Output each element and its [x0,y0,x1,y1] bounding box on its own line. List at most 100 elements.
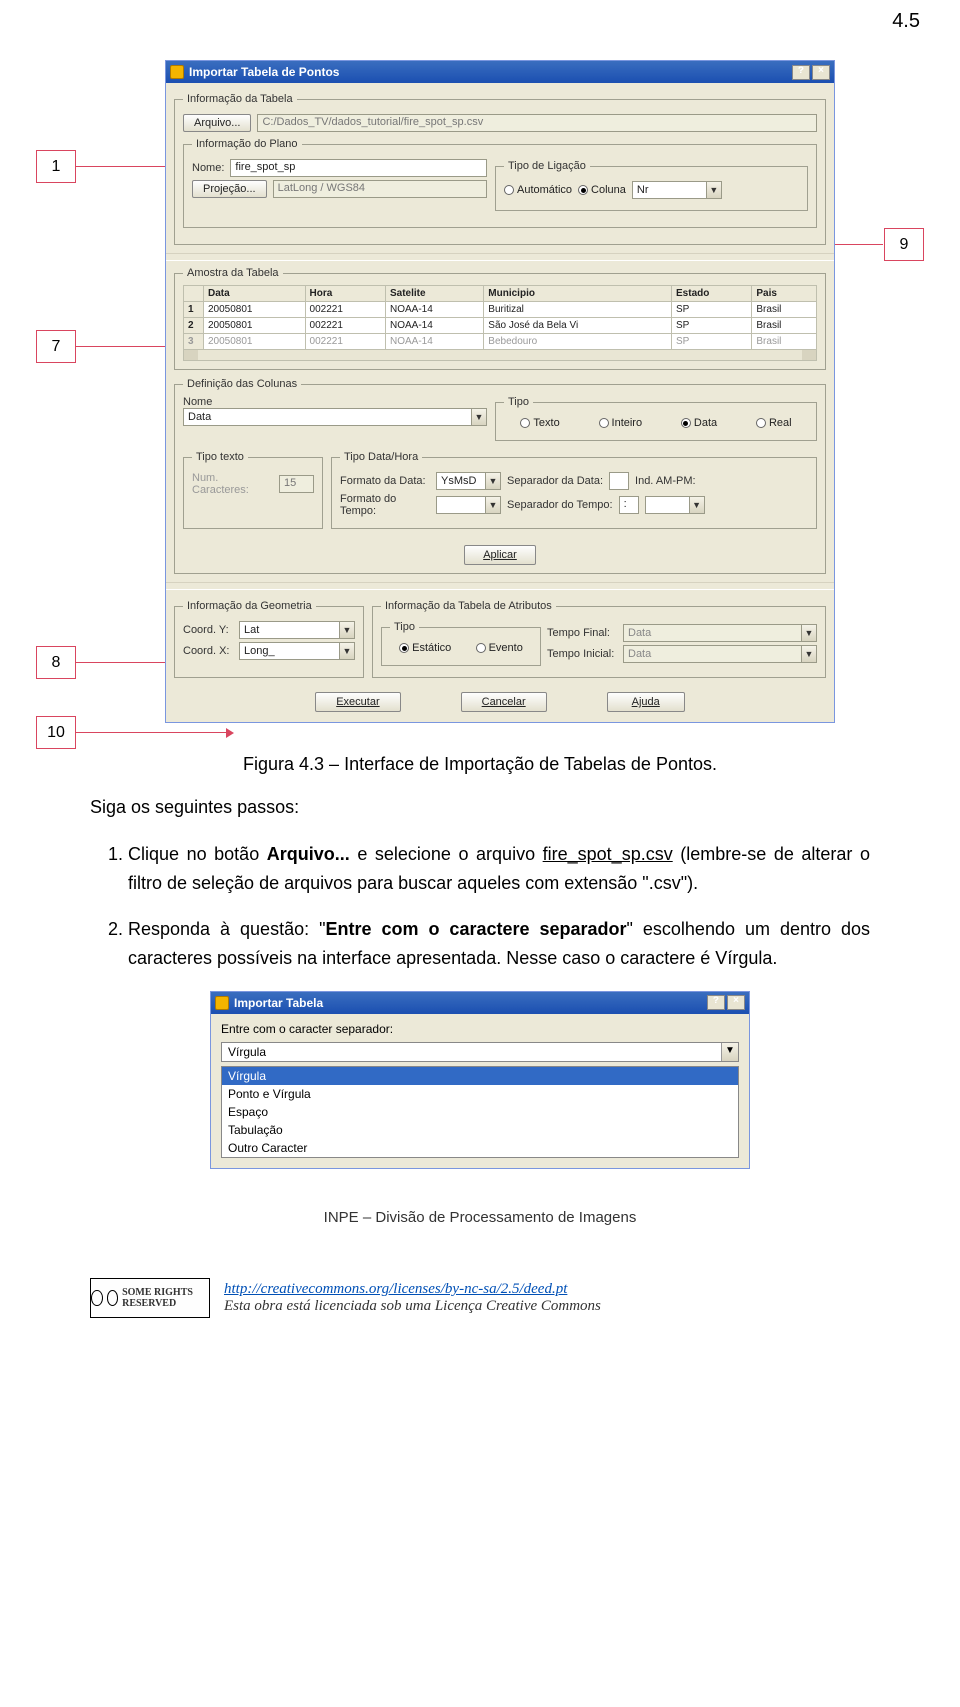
cell: 002221 [305,302,385,318]
cc-url-link[interactable]: http://creativecommons.org/licenses/by-n… [224,1281,567,1297]
legend-tipo-texto: Tipo texto [192,451,248,463]
radio-data[interactable]: Data [681,417,717,429]
dialog2-title: Importar Tabela [234,996,323,1010]
th-pais: Pais [752,286,817,302]
list-item[interactable]: Vírgula [222,1067,738,1085]
arquivo-button[interactable]: Arquivo... [183,114,251,132]
coord-y-select[interactable]: Lat▼ [239,621,355,639]
separator-list: Vírgula Ponto e Vírgula Espaço Tabulação… [221,1066,739,1158]
step-1-b: Arquivo... [267,844,350,864]
chevron-down-icon: ▼ [689,497,704,513]
radio-real-label: Real [769,417,792,429]
radio-automatico[interactable]: Automático [504,184,572,196]
coluna-select[interactable]: Nr▼ [632,181,722,199]
radio-estatico[interactable]: Estático [399,642,451,654]
sample-table: Data Hora Satelite Municipio Estado Pais… [183,285,817,350]
table-hscrollbar[interactable] [183,350,817,361]
group-tipo-texto: Tipo texto Num. Caracteres: 15 [183,451,323,529]
close-button[interactable]: × [727,995,745,1010]
radio-real[interactable]: Real [756,417,792,429]
dialog2-titlebar: Importar Tabela ? × [211,992,749,1014]
tempo-final-select: Data▼ [623,624,817,642]
table-row: 1 20050801 002221 NOAA-14 Buritizal SP B… [184,302,817,318]
chevron-down-icon: ▼ [485,473,500,489]
legend-def-colunas: Definição das Colunas [183,378,301,390]
legend-tipo-data-hora: Tipo Data/Hora [340,451,422,463]
step-2-b2: Entre com o caractere separador [325,919,626,939]
separator [166,582,834,590]
row-idx: 3 [184,334,204,350]
tempo-inicial-value: Data [628,648,651,660]
fmt-data-select[interactable]: YsMsD▼ [436,472,501,490]
dialog-title: Importar Tabela de Pontos [189,65,339,79]
cc-footer: SOME RIGHTS RESERVED http://creativecomm… [90,1278,870,1318]
cc-icon [91,1290,103,1306]
callout-7: 7 [36,330,76,363]
arrow-7 [76,346,166,347]
radio-evento[interactable]: Evento [476,642,523,654]
group-def-tipo: Tipo Texto Inteiro Data Real [495,396,817,441]
def-nome-select[interactable]: Data▼ [183,408,487,426]
legend-info-tabela: Informação da Tabela [183,93,297,105]
cell: Bebedouro [484,334,672,350]
callout-10: 10 [36,716,76,749]
projecao-button[interactable]: Projeção... [192,180,267,198]
cell: 002221 [305,318,385,334]
arquivo-path-field: C:/Dados_TV/dados_tutorial/fire_spot_sp.… [257,114,817,132]
coord-x-value: Long_ [244,645,275,657]
legend-info-plano: Informação do Plano [192,138,302,150]
cell: Brasil [752,302,817,318]
num-carac-field: 15 [279,475,314,493]
label-sep-data: Separador da Data: [507,475,603,487]
executar-button[interactable]: Executar [315,692,400,712]
sep-tempo-input[interactable]: : [619,496,639,514]
help-button[interactable]: ? [792,65,810,80]
list-item[interactable]: Ponto e Vírgula [222,1085,738,1103]
step-1: Clique no botão Arquivo... e selecione o… [128,840,870,898]
list-item[interactable]: Outro Caracter [222,1139,738,1157]
separator-combo[interactable]: Vírgula ▼ [221,1042,739,1062]
nome-input[interactable]: fire_spot_sp [230,159,487,177]
ampm-select[interactable]: ▼ [645,496,705,514]
label-def-nome: Nome [183,396,487,408]
list-item[interactable]: Espaço [222,1103,738,1121]
cancelar-button[interactable]: Cancelar [461,692,547,712]
cc-badge: SOME RIGHTS RESERVED [90,1278,210,1318]
cell: SP [672,318,752,334]
label-sep-tempo: Separador do Tempo: [507,499,613,511]
label-fmt-data: Formato da Data: [340,475,430,487]
list-item[interactable]: Tabulação [222,1121,738,1139]
coord-x-select[interactable]: Long_ ▼ [239,642,355,660]
th-estado: Estado [672,286,752,302]
sep-data-input[interactable] [609,472,629,490]
cell: NOAA-14 [385,302,483,318]
row-idx: 2 [184,318,204,334]
group-info-tabela: Informação da Tabela Arquivo... C:/Dados… [174,93,826,245]
th-data: Data [204,286,306,302]
legend-info-geometria: Informação da Geometria [183,600,316,612]
label-tempo-final: Tempo Final: [547,627,617,639]
label-fmt-tempo: Formato do Tempo: [340,493,430,517]
page-section-number: 4.5 [892,10,920,33]
ajuda-button[interactable]: Ajuda [607,692,685,712]
cell: Buritizal [484,302,672,318]
cell: SP [672,334,752,350]
radio-inteiro[interactable]: Inteiro [599,417,643,429]
arrow-8 [76,662,166,663]
footer-line: INPE – Divisão de Processamento de Image… [90,1209,870,1226]
group-def-colunas: Definição das Colunas Nome Data▼ Tipo Te… [174,378,826,574]
chevron-down-icon: ▼ [339,643,354,659]
radio-coluna[interactable]: Coluna [578,184,626,196]
cell: 002221 [305,334,385,350]
cc-badge-text: SOME RIGHTS RESERVED [122,1287,209,1309]
dialog-importar-tabela: Importar Tabela ? × Entre com o caracter… [210,991,750,1169]
aplicar-button[interactable]: Aplicar [464,545,536,565]
fmt-tempo-select[interactable]: ▼ [436,496,501,514]
close-button[interactable]: × [812,65,830,80]
radio-texto[interactable]: Texto [520,417,559,429]
separator-combo-value: Vírgula [222,1043,721,1061]
label-coord-y: Coord. Y: [183,624,233,636]
group-info-plano: Informação do Plano Nome: fire_spot_sp P… [183,138,817,228]
help-button[interactable]: ? [707,995,725,1010]
radio-automatico-label: Automático [517,184,572,196]
